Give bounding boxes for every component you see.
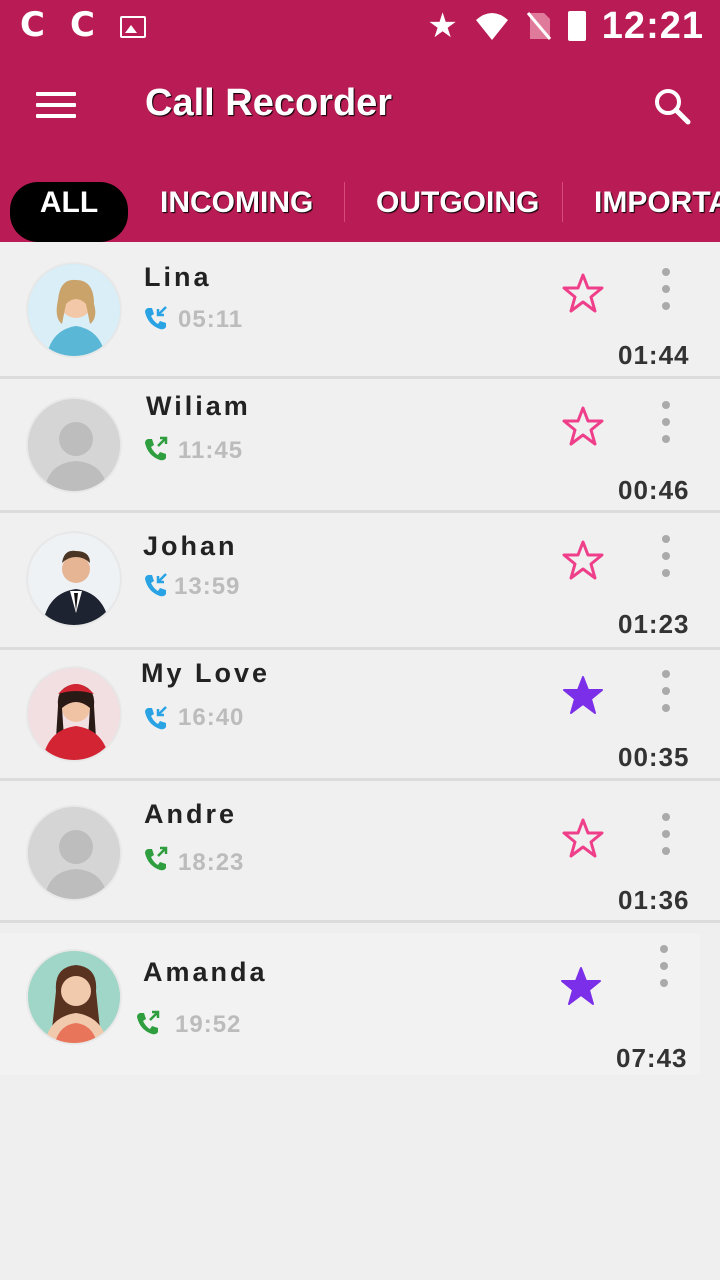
more-options-icon[interactable] (654, 945, 674, 995)
star-outline-icon[interactable] (562, 272, 604, 314)
contact-name: My Love (141, 658, 271, 688)
contact-name: Lina (144, 262, 212, 292)
star-outline-icon[interactable] (562, 539, 604, 581)
contact-name: Andre (144, 799, 238, 829)
list-item[interactable]: Wiliam 11:45 00:46 (0, 379, 720, 513)
tab-bar: ALL INCOMING OUTGOING IMPORTANT (0, 162, 720, 242)
menu-icon[interactable] (36, 92, 76, 122)
call-time: 19:52 (175, 1011, 242, 1038)
recording-duration: 00:46 (618, 475, 690, 505)
list-item[interactable]: Johan 13:59 01:23 (0, 513, 720, 650)
call-time: 16:40 (178, 704, 245, 731)
more-options-icon[interactable] (656, 268, 676, 318)
tab-important[interactable]: IMPORTANT (594, 182, 720, 242)
search-icon[interactable] (652, 86, 692, 126)
avatar (26, 262, 122, 358)
contact-name: Wiliam (146, 391, 251, 421)
list-item[interactable]: Lina 05:11 01:44 (0, 242, 720, 379)
recording-duration: 00:35 (618, 742, 690, 772)
contact-name: Johan (143, 531, 238, 561)
status-bar: C C ★ 12:21 (0, 0, 720, 52)
star-outline-icon[interactable] (562, 817, 604, 859)
incoming-call-icon (145, 573, 167, 597)
star-filled-icon[interactable] (560, 965, 602, 1007)
app-bar: Call Recorder (0, 52, 720, 162)
star-status-icon: ★ (427, 7, 458, 45)
tab-outgoing[interactable]: OUTGOING (376, 182, 539, 242)
wifi-icon (475, 13, 508, 40)
more-options-icon[interactable] (656, 401, 676, 451)
avatar-placeholder (26, 397, 122, 493)
incoming-call-icon (145, 706, 167, 730)
outgoing-call-icon (145, 846, 168, 871)
list-item[interactable]: Andre 18:23 01:36 (0, 781, 720, 923)
recording-duration: 01:44 (618, 340, 690, 370)
recording-duration: 01:23 (618, 609, 690, 639)
recording-duration: 07:43 (616, 1043, 688, 1073)
more-options-icon[interactable] (656, 670, 676, 720)
list-item[interactable]: My Love 16:40 00:35 (0, 650, 720, 781)
list-item[interactable]: Amanda 19:52 07:43 (0, 933, 700, 1075)
page-title: Call Recorder (145, 82, 393, 124)
recording-duration: 01:36 (618, 885, 690, 915)
star-outline-icon[interactable] (562, 405, 604, 447)
clock: 12:21 (601, 4, 704, 47)
star-filled-icon[interactable] (562, 674, 604, 716)
battery-icon (567, 11, 586, 41)
contact-name: Amanda (143, 957, 268, 987)
call-time: 13:59 (174, 573, 241, 600)
call-time: 11:45 (178, 437, 244, 464)
more-options-icon[interactable] (656, 813, 676, 863)
call-time: 18:23 (178, 849, 245, 876)
more-options-icon[interactable] (656, 535, 676, 585)
tab-incoming[interactable]: INCOMING (160, 182, 313, 242)
avatar (26, 531, 122, 627)
outgoing-call-icon (145, 436, 168, 461)
no-sim-icon (526, 12, 551, 40)
outgoing-call-icon (137, 1010, 160, 1035)
avatar (26, 949, 122, 1045)
app-notification-icon: C (70, 5, 95, 45)
app-notification-icon: C (20, 5, 45, 45)
call-time: 05:11 (178, 306, 244, 333)
image-notification-icon (120, 16, 146, 38)
tab-all[interactable]: ALL (10, 182, 128, 242)
incoming-call-icon (145, 306, 167, 330)
avatar-placeholder (26, 805, 122, 901)
avatar (26, 666, 122, 762)
